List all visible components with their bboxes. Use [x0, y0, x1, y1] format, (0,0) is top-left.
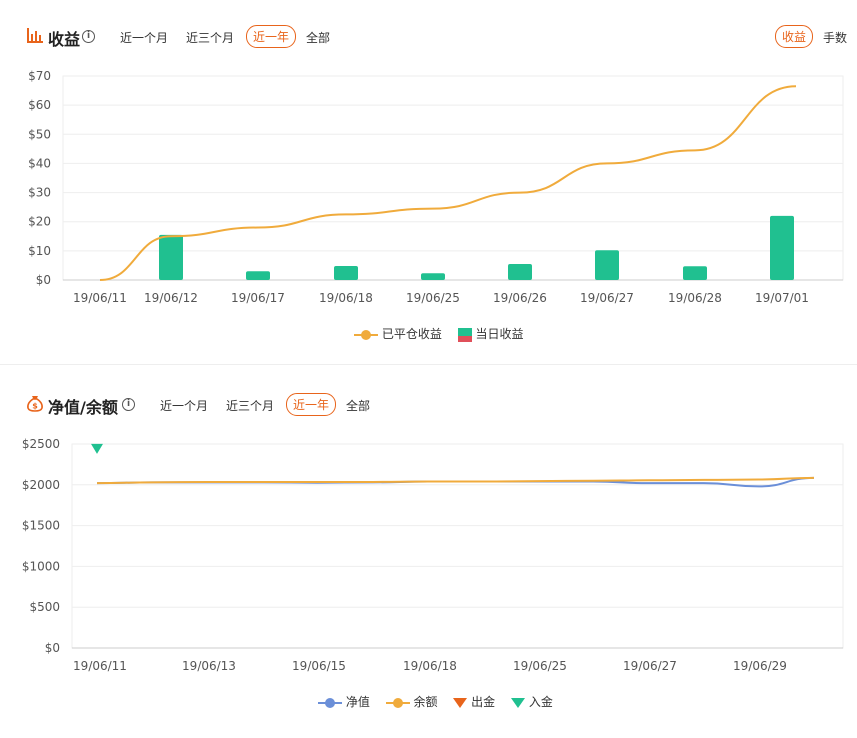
section-title: 净值/余额 — [48, 398, 118, 417]
legend-daily-profit[interactable]: 当日收益 — [457, 325, 524, 342]
tab-profit[interactable]: 收益 — [775, 25, 814, 48]
profit-header: 收益 i 近一个月 近三个月 近一年 全部 收益 手数 — [0, 0, 857, 49]
bar — [421, 273, 445, 280]
legend-balance[interactable]: 余额 — [385, 693, 438, 710]
x-tick-label: 19/06/15 — [292, 659, 346, 673]
x-tick-label: 19/06/13 — [182, 659, 236, 673]
y-tick-label: $0 — [36, 273, 51, 287]
y-tick-label: $70 — [28, 69, 51, 83]
x-tick-label: 19/06/18 — [403, 659, 457, 673]
profit-chart: $0 $10 $20 $30 $40 $50 $60 $70 19/06/11 19/06/12 1… — [28, 69, 844, 305]
y-tick-label: $50 — [28, 127, 51, 141]
x-tick-label: 19/06/18 — [319, 291, 373, 305]
x-tick-label: 19/06/25 — [406, 291, 460, 305]
x-tick-label: 19/06/27 — [623, 659, 677, 673]
info-icon[interactable]: i — [122, 398, 135, 411]
equity-panel: $ 净值/余额 i 近一个月 近三个月 近一年 全部 $0 $500 $1000 $1… — [0, 368, 857, 724]
tab-all[interactable]: 全部 — [300, 27, 336, 48]
x-tick-label: 19/06/11 — [73, 291, 127, 305]
divider — [0, 364, 857, 365]
x-tick-label: 19/06/29 — [733, 659, 787, 673]
profit-panel: 收益 i 近一个月 近三个月 近一年 全部 收益 手数 $0 $10 $20 $30 $… — [0, 0, 857, 364]
legend-net-value[interactable]: 净值 — [318, 693, 370, 710]
y-tick-label: $1000 — [22, 559, 60, 573]
bar — [246, 271, 270, 280]
y-tick-label: $10 — [28, 244, 51, 258]
legend-label: 余额 — [413, 695, 438, 709]
info-icon[interactable]: i — [82, 30, 95, 43]
legend-withdraw[interactable]: 出金 — [453, 693, 495, 710]
tab-all[interactable]: 全部 — [340, 395, 376, 416]
legend-label: 出金 — [471, 695, 496, 709]
bar — [683, 266, 707, 280]
legend-label: 已平仓收益 — [381, 327, 442, 341]
x-tick-label: 19/06/28 — [668, 291, 722, 305]
triangle-down-icon — [511, 697, 526, 708]
bar — [508, 263, 532, 280]
legend-label: 当日收益 — [475, 327, 524, 341]
bar-chart-icon — [27, 28, 43, 43]
x-tick-label: 19/06/26 — [493, 291, 547, 305]
money-bag-icon: $ — [27, 396, 43, 412]
plot-frame — [71, 443, 844, 649]
x-tick-label: 19/06/27 — [580, 291, 634, 305]
y-tick-label: $0 — [45, 641, 60, 655]
y-tick-label: $40 — [28, 156, 51, 170]
y-tick-label: $1500 — [22, 519, 60, 533]
tab-1-year[interactable]: 近一年 — [246, 25, 297, 48]
x-tick-label: 19/06/11 — [73, 659, 127, 673]
tab-3-months[interactable]: 近三个月 — [180, 27, 240, 48]
legend-deposit[interactable]: 入金 — [511, 693, 553, 710]
equity-header: $ 净值/余额 i 近一个月 近三个月 近一年 全部 — [0, 368, 857, 417]
x-tick-label: 19/07/01 — [755, 291, 809, 305]
page-title: 收益 — [48, 30, 81, 49]
y-tick-label: $20 — [28, 215, 51, 229]
svg-text:$: $ — [32, 402, 38, 411]
x-tick-label: 19/06/12 — [144, 291, 198, 305]
line-marker-icon — [318, 697, 342, 708]
tab-3-months[interactable]: 近三个月 — [220, 395, 280, 416]
equity-chart: $0 $500 $1000 $1500 $2000 $2500 19/06/11 19/06/… — [22, 437, 844, 673]
legend-closed-profit[interactable]: 已平仓收益 — [354, 325, 442, 342]
y-tick-label: $60 — [28, 98, 51, 112]
deposit-marker — [91, 443, 103, 454]
line-marker-icon — [385, 697, 410, 708]
x-tick-label: 19/06/17 — [231, 291, 285, 305]
y-tick-label: $2000 — [22, 478, 60, 492]
tab-1-month[interactable]: 近一个月 — [114, 27, 174, 48]
bar — [334, 266, 358, 280]
bar-marker-icon — [457, 327, 472, 342]
legend-label: 入金 — [528, 695, 553, 709]
tab-1-month[interactable]: 近一个月 — [154, 395, 214, 416]
profit-legend: 已平仓收益 当日收益 — [348, 325, 530, 342]
bar — [595, 250, 619, 280]
y-tick-label: $30 — [28, 186, 51, 200]
tab-1-year[interactable]: 近一年 — [286, 393, 337, 416]
x-tick-label: 19/06/25 — [513, 659, 567, 673]
equity-legend: 净值 余额 出金 入金 — [312, 693, 559, 710]
triangle-down-icon — [453, 697, 468, 708]
y-tick-label: $500 — [29, 600, 60, 614]
bar — [159, 234, 183, 280]
line-marker-icon — [354, 329, 378, 340]
legend-label: 净值 — [345, 695, 370, 709]
tab-lots[interactable]: 手数 — [817, 27, 853, 48]
bar — [770, 215, 794, 280]
y-tick-label: $2500 — [22, 437, 60, 451]
